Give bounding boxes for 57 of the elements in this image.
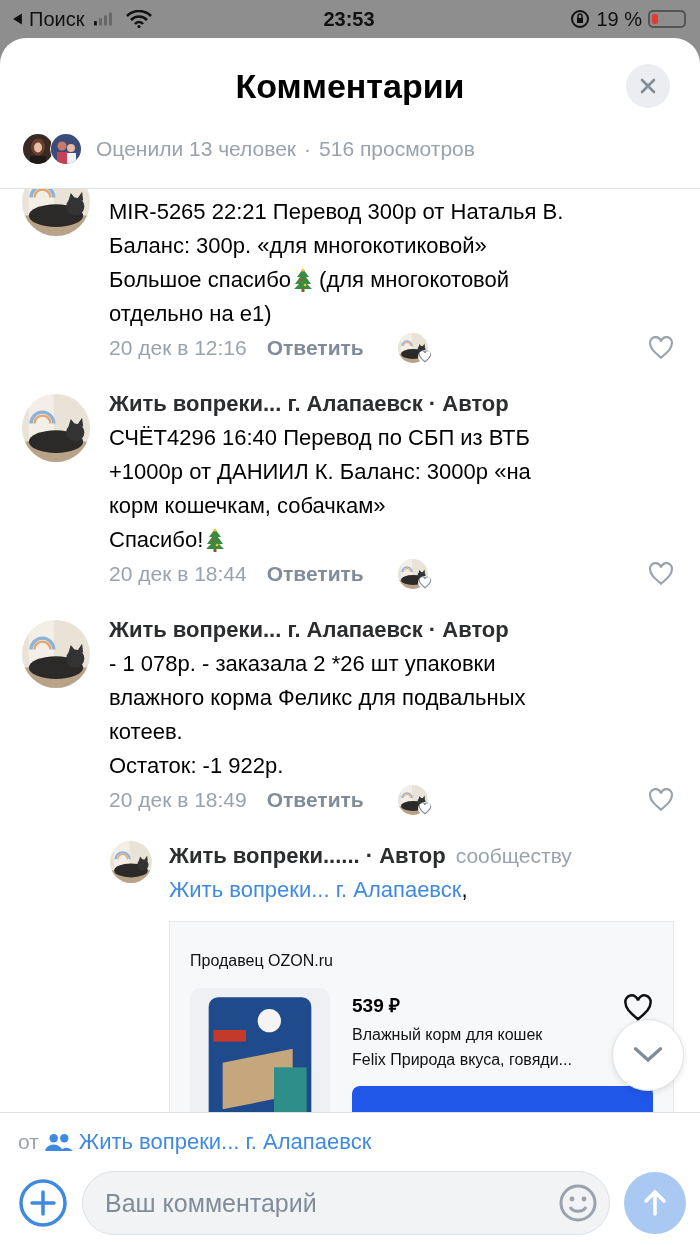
community-link[interactable]: Жить вопреки... г. Алапаевск: [169, 877, 462, 902]
product-title: Felix Природа вкуса, говяди...: [352, 1050, 572, 1070]
recipient-label: сообществу: [455, 843, 572, 869]
product-title: Влажный корм для кошек: [352, 1025, 543, 1045]
rotation-lock-icon: [570, 9, 591, 29]
close-icon[interactable]: [638, 76, 658, 96]
likes-count[interactable]: Оценили 13 человек: [96, 137, 297, 161]
reply-button[interactable]: Ответить: [266, 788, 364, 812]
like-icon[interactable]: [648, 788, 674, 812]
battery-percent: 19 %: [596, 7, 642, 31]
like-icon[interactable]: [648, 562, 674, 586]
reply-button[interactable]: Ответить: [266, 562, 364, 586]
comment-text: (для многокотовой: [318, 266, 510, 294]
comment-text: Большое спасибо: [109, 266, 291, 294]
comment-author[interactable]: Жить вопреки... г. Алапаевск · Автор: [109, 387, 674, 421]
separator-dot: ·: [304, 137, 312, 161]
comment-text: влажного корма Феликс для подвальных: [109, 684, 526, 712]
comment-text: отдельно на е1): [109, 300, 272, 328]
from-label: от: [18, 1130, 39, 1154]
comment-author[interactable]: Жить вопреки...... · Автор: [169, 839, 446, 873]
people-icon: [44, 1132, 73, 1152]
comment-text: СЧЁТ4296 16:40 Перевод по СБП из ВТБ: [109, 424, 530, 452]
comment-author[interactable]: Жить вопреки... г. Алапаевск · Автор: [109, 613, 674, 647]
comment-text: MIR-5265 22:21 Перевод 300р от Наталья В.: [109, 198, 564, 226]
back-arrow-icon[interactable]: [12, 12, 23, 26]
christmas-tree-icon: [293, 267, 313, 293]
close-button[interactable]: [626, 64, 670, 108]
comment-field[interactable]: Ваш комментарий: [82, 1171, 610, 1235]
add-icon[interactable]: [18, 1178, 68, 1228]
comment-text: корм кошечкам, собачкам»: [109, 492, 386, 520]
chevron-down-icon[interactable]: [633, 1046, 663, 1064]
product-card[interactable]: Продавец OZON.ru 539 ₽ Влажный корм для кошек Felix Природа вкуса, говяди...: [169, 921, 674, 1112]
sheet-title: Комментарии: [235, 66, 465, 106]
comment-date: 20 дек в 12:16: [109, 336, 247, 360]
comment-date: 20 дек в 18:49: [109, 788, 247, 812]
comment-text: Баланс: 300р. «для многокотиковой»: [109, 232, 487, 260]
comment-date: 20 дек в 18:44: [109, 562, 247, 586]
author-link[interactable]: Жить вопреки... г. Алапаевск: [78, 1129, 372, 1155]
comment-text: - 1 078р. - заказала 2 *26 шт упаковки: [109, 650, 496, 678]
comment-text: котеев.: [109, 718, 183, 746]
clock: 23:53: [323, 7, 375, 31]
like-icon[interactable]: [648, 336, 674, 360]
battery-icon: [648, 10, 686, 28]
comment-text: Спасибо!: [109, 526, 204, 554]
product-price: 539 ₽: [352, 994, 400, 1018]
signal-icon: [94, 12, 115, 26]
wifi-icon: [126, 10, 153, 28]
seller-label: Продавец OZON.ru: [190, 952, 334, 970]
comma: ,: [461, 877, 468, 902]
smiley-icon[interactable]: [558, 1183, 598, 1223]
reply-button[interactable]: Ответить: [266, 336, 364, 360]
comment-text: Остаток: -1 922р.: [109, 752, 284, 780]
views-count: 516 просмотров: [319, 137, 475, 161]
back-label[interactable]: Поиск: [29, 7, 85, 31]
comment-text: +1000р от ДАНИИЛ К. Баланс: 3000р «на: [109, 458, 531, 486]
favorite-icon[interactable]: [623, 994, 653, 1022]
christmas-tree-icon: [205, 527, 226, 553]
